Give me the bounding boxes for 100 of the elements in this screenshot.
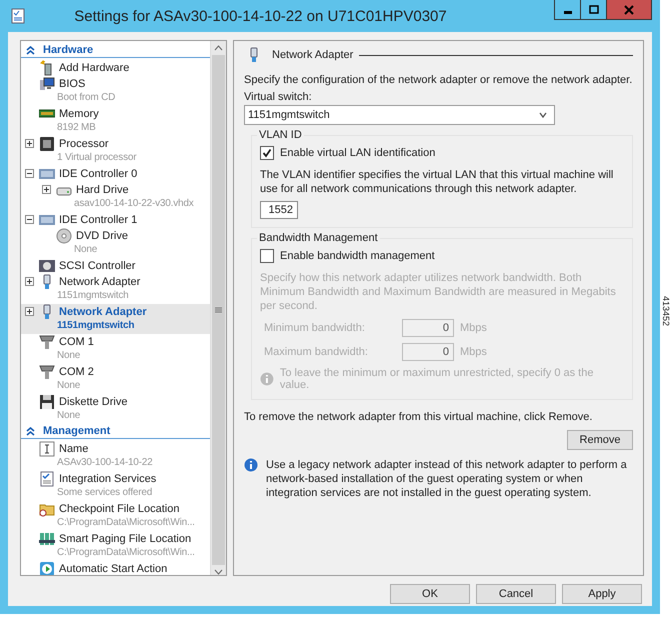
item-detail: C:\ProgramData\Microsoft\Win... [56, 546, 196, 560]
chevron-down-icon [538, 111, 548, 119]
port-icon [39, 364, 55, 380]
field-label: Minimum bandwidth: [263, 322, 366, 334]
item-detail: 8192 MB [56, 121, 97, 135]
tree-item[interactable]: Smart Paging File Location C:\ProgramData\Microsoft\Win... [21, 531, 210, 561]
item-detail: None [56, 349, 82, 363]
item-name: Automatic Start Action [59, 562, 168, 574]
panel-description: Specify the configuration of the network adapter or remove the network adapter. [244, 73, 633, 87]
vlan-description: The VLAN identifier specifies the virtual LAN that this virtual machine will use for all network communications through this network adapter. [260, 168, 614, 196]
item-name: IDE Controller 0 [59, 168, 138, 180]
item-name: COM 2 [59, 366, 94, 378]
item-name: Network Adapter [59, 276, 140, 288]
group-title: Bandwidth Management [257, 232, 380, 244]
item-name: Integration Services [59, 472, 156, 484]
checkbox-label: Enable bandwidth management [280, 250, 435, 262]
checkbox-label: Enable virtual LAN identification [280, 147, 436, 159]
item-name: DVD Drive [76, 230, 128, 242]
tree-item[interactable]: IDE Controller 0 [21, 166, 210, 182]
grip-icon [215, 307, 222, 313]
info-note: Use a legacy network adapter instead of this network adapter to perform a network-based installation of the guest operating system or when integration services are not installed in the guest operating system. [266, 458, 628, 500]
item-name: COM 1 [59, 336, 94, 348]
tree-item[interactable]: Memory 8192 MB [21, 106, 210, 136]
controller-icon [39, 258, 55, 274]
bandwidth-note: To leave the minimum or maximum unrestricted, specify 0 as the value. [280, 367, 594, 391]
info-icon [260, 372, 274, 386]
item-name: Add Hardware [59, 62, 130, 74]
tree-item[interactable]: COM 2 None [21, 364, 210, 394]
scrollbar[interactable] [210, 41, 226, 575]
checkbox[interactable] [260, 146, 274, 160]
collapse-icon[interactable] [26, 426, 35, 436]
settings-icon [10, 8, 26, 24]
close-icon [624, 4, 634, 14]
text-cursor-icon [39, 440, 55, 456]
section-title: Management [43, 425, 110, 437]
item-detail: Boot from CD [56, 91, 116, 105]
processor-icon [39, 136, 55, 152]
remove-button[interactable]: Remove [567, 430, 633, 450]
tree-item[interactable]: Diskette Drive None [21, 394, 210, 424]
item-name: Smart Paging File Location [59, 532, 192, 544]
collapse-icon[interactable] [26, 46, 35, 54]
item-detail: 1151mgmtswitch [56, 319, 136, 333]
dialog-button[interactable]: Cancel [476, 584, 556, 604]
unit-label: Mbps [460, 322, 487, 334]
collapse-icon[interactable] [24, 169, 34, 178]
dialog-button[interactable]: OK [390, 584, 470, 604]
tree-item[interactable]: COM 1 None [21, 334, 210, 364]
vlan-id-field[interactable]: 1552 [260, 201, 298, 219]
item-detail: 1 Virtual processor [56, 151, 138, 165]
item-name: Hard Drive [76, 184, 129, 196]
item-name: BIOS [59, 78, 86, 90]
panel-heading: Network Adapter [272, 49, 354, 61]
figure-number: 413452 [661, 296, 671, 326]
section-header[interactable]: Hardware [21, 43, 210, 58]
item-name: Processor [59, 138, 109, 150]
info-icon [244, 458, 258, 472]
virtual-switch-dropdown[interactable]: 1151mgmtswitch [244, 105, 555, 125]
expand-icon[interactable] [42, 185, 50, 194]
minimize-icon [564, 11, 572, 14]
close-button[interactable] [606, 0, 652, 20]
item-detail: ASAv30-100-14-10-22 [56, 456, 154, 470]
field-label: Virtual switch: [244, 91, 313, 103]
maximize-icon [588, 4, 598, 14]
dialog-button[interactable]: Apply [562, 584, 642, 604]
tree-item[interactable]: Network Adapter 1151mgmtswitch [21, 274, 210, 304]
collapse-icon[interactable] [24, 215, 34, 224]
expand-icon[interactable] [24, 307, 34, 316]
field-label: Maximum bandwidth: [263, 346, 369, 358]
tree-item[interactable]: Integration Services Some services offered [21, 471, 210, 501]
tree-item[interactable]: Checkpoint File Location C:\ProgramData\Microsoft\Win... [21, 501, 210, 531]
item-detail: None [56, 409, 82, 423]
window-title: Settings for ASAv30-100-14-10-22 on U71C01HPV0307 [73, 8, 448, 24]
item-detail: Some services offered [56, 486, 154, 500]
item-name: Diskette Drive [59, 396, 128, 408]
scrollbar-thumb[interactable] [212, 55, 225, 565]
item-name: IDE Controller 1 [59, 214, 138, 226]
item-detail: None [73, 243, 98, 257]
tree-item[interactable]: DVD Drive None [21, 228, 210, 258]
tree-item[interactable]: Name ASAv30-100-14-10-22 [21, 441, 210, 471]
tree-item[interactable]: Processor 1 Virtual processor [21, 136, 210, 166]
item-name: Checkpoint File Location [59, 502, 180, 514]
item-detail: asav100-14-10-22-v30.vhdx [73, 197, 195, 211]
tree-item[interactable]: IDE Controller 1 [21, 212, 210, 228]
group-title: VLAN ID [257, 129, 304, 141]
tree-item[interactable]: Add Hardware [21, 60, 210, 76]
tree-item[interactable]: Automatic Start Action [21, 561, 210, 575]
item-detail: None [56, 379, 82, 393]
tree-item[interactable]: Network Adapter 1151mgmtswitch [21, 304, 210, 334]
item-detail: C:\ProgramData\Microsoft\Win... [56, 516, 196, 530]
unit-label: Mbps [460, 346, 487, 358]
tree-item[interactable]: Hard Drive asav100-14-10-22-v30.vhdx [21, 182, 210, 212]
expand-icon[interactable] [24, 139, 34, 148]
item-name: Name [59, 442, 88, 454]
item-detail: 1151mgmtswitch [56, 289, 130, 303]
tree-item[interactable]: SCSI Controller [21, 258, 210, 274]
section-header[interactable]: Management [21, 424, 210, 439]
expand-icon[interactable] [24, 277, 34, 286]
tree-item[interactable]: BIOS Boot from CD [21, 76, 210, 106]
minimize-button[interactable] [554, 0, 581, 20]
computer-icon [39, 76, 55, 92]
